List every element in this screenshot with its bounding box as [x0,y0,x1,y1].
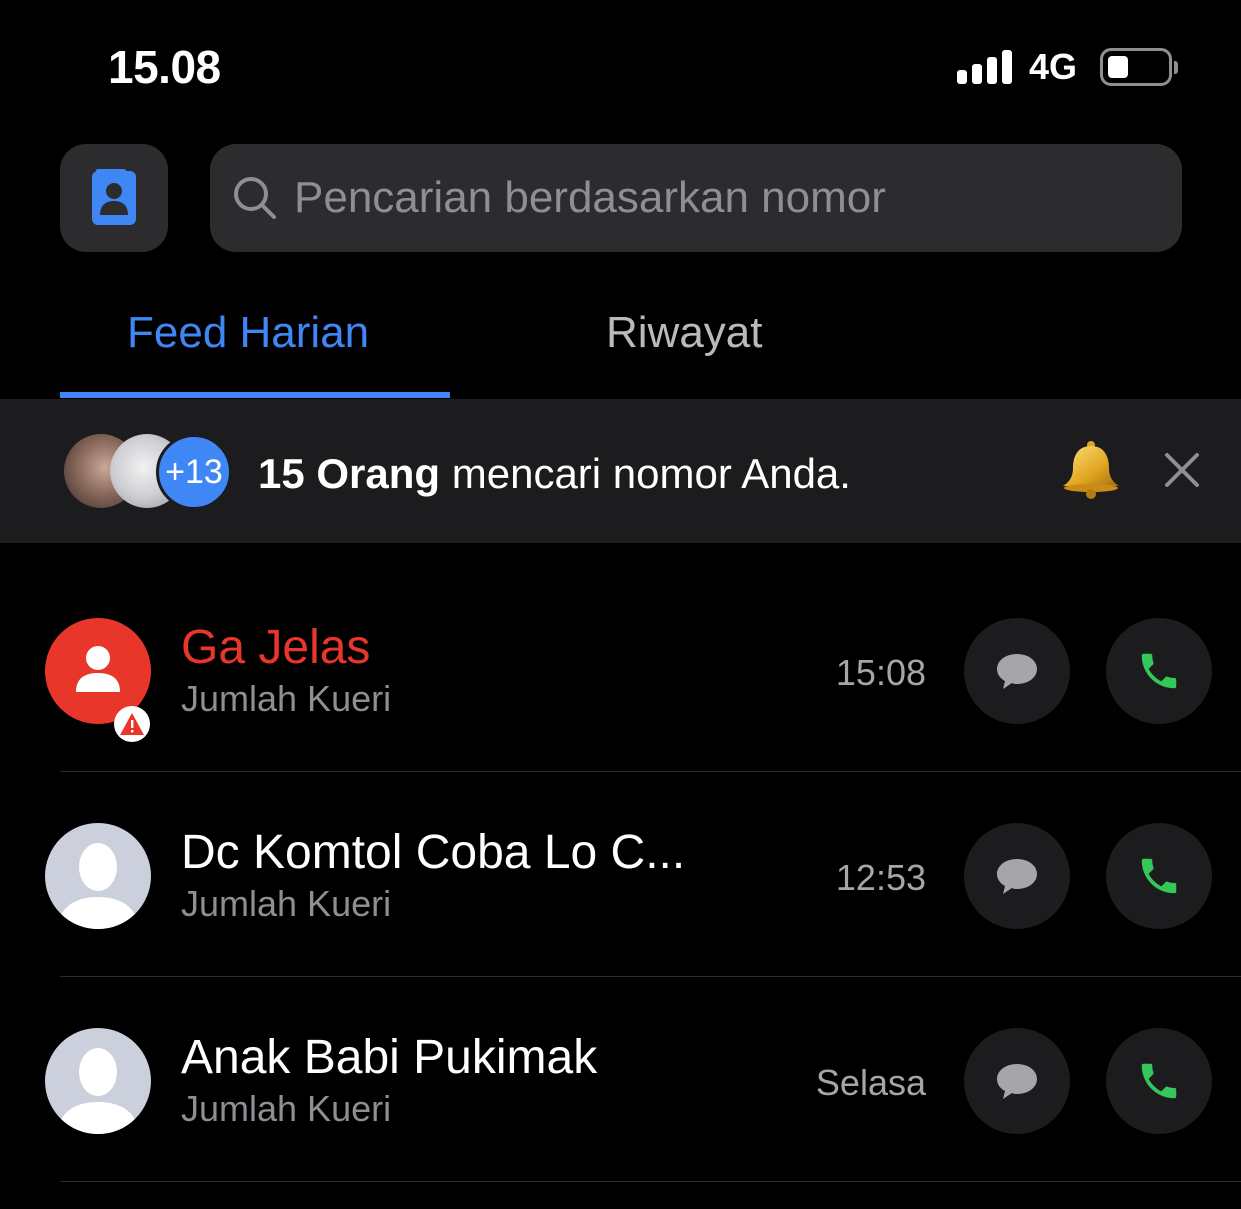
contacts-button[interactable] [60,144,168,252]
signal-icon [957,50,1013,84]
call-button[interactable] [1106,1028,1212,1134]
phone-icon [1141,1063,1177,1099]
phone-icon [1141,858,1177,894]
row-divider [60,976,1241,977]
contact-time: 12:53 [835,857,926,898]
tab-feed-harian[interactable]: Feed Harian [127,308,369,358]
network-type: 4G [1029,46,1078,87]
spam-warning-badge [114,706,150,742]
list-item[interactable]: Anak Babi Pukimak Jumlah Kueri Selasa [0,1028,1241,1209]
battery-icon [1100,48,1178,86]
contact-subtitle: Jumlah Kueri [181,678,392,719]
contact-name: Dc Komtol Coba Lo C... [181,826,686,879]
chat-bubble-icon [997,859,1037,894]
close-icon[interactable] [1164,452,1200,488]
person-silhouette-icon [57,1048,139,1134]
contact-book-icon [92,169,136,225]
person-silhouette-icon [57,843,139,929]
default-avatar [45,823,151,929]
extra-searchers-badge: +13 [156,434,232,510]
row-divider [60,771,1241,772]
list-item[interactable]: Dc Komtol Coba Lo C... Jumlah Kueri 12:5… [0,823,1241,1028]
banner-count: 15 Orang [258,450,441,497]
contact-subtitle: Jumlah Kueri [181,1088,392,1129]
contact-name: Ga Jelas [181,621,371,674]
default-avatar [45,1028,151,1134]
search-icon [234,177,276,219]
contact-name: Anak Babi Pukimak [181,1031,598,1084]
banner-message: 15 Orang mencari nomor Anda. [258,450,851,498]
contact-time: 15:08 [835,652,926,693]
call-button[interactable] [1106,823,1212,929]
banner-message-text: mencari nomor Anda. [440,450,851,497]
chat-bubble-icon [997,1064,1037,1099]
tab-riwayat[interactable]: Riwayat [606,308,763,358]
call-button[interactable] [1106,618,1212,724]
phone-icon [1141,653,1177,689]
chat-bubble-icon [997,654,1037,689]
contact-time: Selasa [815,1062,926,1103]
contact-subtitle: Jumlah Kueri [181,883,392,924]
message-button[interactable] [964,618,1070,724]
search-bar[interactable] [210,144,1182,252]
row-divider [60,1181,1241,1182]
message-button[interactable] [964,823,1070,929]
message-button[interactable] [964,1028,1070,1134]
list-item[interactable]: Ga Jelas Jumlah Kueri 15:08 [0,618,1241,823]
bell-icon[interactable] [1060,440,1122,505]
active-tab-indicator [60,392,450,398]
warning-icon [120,713,144,735]
status-time: 15.08 [108,41,221,93]
search-input[interactable] [294,173,1154,223]
